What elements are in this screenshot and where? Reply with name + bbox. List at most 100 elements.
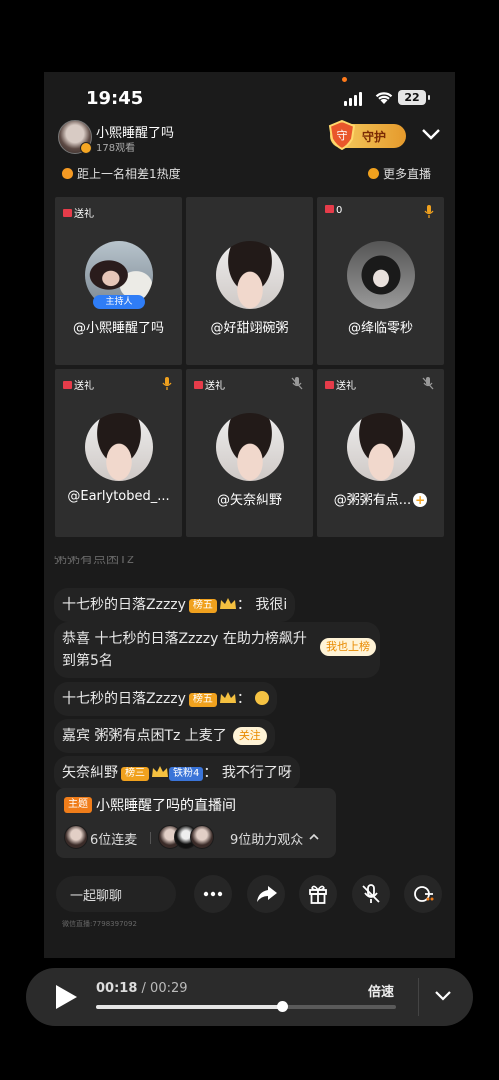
host-tag: 主持人 [93, 295, 145, 309]
gift-text: 送礼 [74, 209, 94, 220]
rank-badge: 榜五 [188, 599, 217, 613]
playback-time: 00:18 / 00:29 [96, 981, 188, 996]
room-info-card[interactable]: 主题 小熙睡醒了吗的直播间 6位连麦 9位助力观众 [56, 788, 336, 858]
video-player-bar: 00:18 / 00:29 倍速 [26, 968, 473, 1026]
gift-text: 送礼 [336, 381, 356, 392]
guest-name: @好甜翊碗粥 [210, 321, 289, 336]
more-button[interactable] [194, 875, 232, 913]
avatar[interactable] [347, 241, 415, 309]
mute-mic-button[interactable] [352, 875, 390, 913]
topic-tag: 主题 [64, 797, 92, 813]
supporter-count: 9位助力观众 [230, 833, 304, 848]
gift-text: 0 [336, 205, 343, 216]
system-comment-item: 恭喜 十七秒的日落Zzzzy 在助力榜飙升 到第5名 我也上榜 [54, 622, 380, 678]
connect-button[interactable] [404, 875, 442, 913]
viewer-count: 178观看 [96, 143, 136, 154]
gift-label[interactable]: 送礼 [325, 377, 356, 392]
avatar[interactable] [347, 413, 415, 481]
gift-label[interactable]: 送礼 [63, 377, 94, 392]
guest-name: @绛临零秒 [347, 321, 413, 336]
chevron-down-icon[interactable] [420, 126, 442, 142]
mic-icon [162, 377, 172, 390]
rank-badge: 榜五 [188, 693, 217, 707]
chevron-down-icon[interactable] [434, 990, 452, 1002]
comment-colon: ： [203, 765, 218, 781]
follow-plus-button[interactable]: + [413, 493, 428, 507]
guest-tile-host[interactable]: 送礼 主持人 @小熙睡醒了吗 [55, 197, 182, 365]
comment-colon: ： [236, 691, 251, 707]
comment-item: 十七秒的日落Zzzzy 榜五 ： [54, 682, 278, 716]
mic-icon [424, 205, 434, 218]
divider [150, 832, 151, 844]
more-live-link[interactable]: 更多直播 [368, 165, 431, 182]
status-bar: 19:45 22 [44, 86, 455, 110]
guest-tile-3[interactable]: 0 @绛临零秒 [317, 197, 444, 365]
progress-handle[interactable] [277, 1001, 288, 1012]
comment-item: 矢奈糾野 榜三 铁粉4： 我不行了呀 [54, 756, 300, 790]
comment-user[interactable]: 十七秒的日落Zzzzy [62, 691, 186, 707]
hot-gap-row: 距上一名相差1热度 [62, 165, 181, 182]
avatar [64, 825, 88, 849]
gift-label[interactable]: 0 [325, 205, 342, 216]
rank-badge: 榜三 [121, 767, 149, 781]
guest-tile-4[interactable]: 送礼 @Earlytobed_... [55, 369, 182, 537]
crown-icon [219, 598, 236, 609]
emoji-icon [255, 691, 270, 705]
guest-tile-5[interactable]: 送礼 @矢奈糾野 [186, 369, 313, 537]
gift-icon [63, 209, 72, 217]
total-time: 00:29 [150, 981, 188, 996]
guest-name: @Earlytobed_... [67, 489, 170, 504]
guest-tile-6[interactable]: 送礼 @粥粥有点... + [317, 369, 444, 537]
guest-name: @粥粥有点... [333, 493, 412, 508]
speed-button[interactable]: 倍速 [368, 981, 394, 1000]
gift-box-icon [309, 885, 327, 904]
avatar[interactable] [216, 241, 284, 309]
co-host-count: 6位连麦 [90, 833, 138, 848]
recording-dot [342, 77, 347, 82]
crown-icon [152, 766, 168, 777]
system-text: 嘉宾 粥粥有点困Tz 上麦了 [62, 728, 227, 744]
divider [418, 978, 419, 1016]
gift-button[interactable] [299, 875, 337, 913]
join-rank-button[interactable]: 我也上榜 [320, 638, 376, 656]
gift-label[interactable]: 送礼 [194, 377, 225, 392]
gift-icon [325, 381, 334, 389]
guard-label: 守护 [362, 130, 387, 144]
system-comment-item: 嘉宾 粥粥有点困Tz 上麦了 关注 [54, 719, 275, 753]
avatar[interactable] [216, 413, 284, 481]
shield-icon: 守 [328, 120, 356, 150]
room-title: 小熙睡醒了吗的直播间 [96, 798, 236, 814]
gift-icon [194, 381, 203, 389]
share-arrow-icon [257, 886, 277, 902]
chevron-up-icon[interactable] [308, 832, 320, 842]
share-button[interactable] [247, 875, 285, 913]
comment-item: 十七秒的日落Zzzzy 榜五 ： 我很i [54, 588, 296, 622]
mic-muted-icon [362, 884, 380, 903]
system-text-line2: 到第5名 [62, 653, 113, 669]
wifi-icon [375, 92, 393, 104]
comment-colon: ： [236, 597, 251, 613]
guest-tile-2[interactable]: @好甜翊碗粥 [186, 197, 313, 365]
system-text-line1: 恭喜 十七秒的日落Zzzzy 在助力榜飙升 [62, 631, 307, 647]
comment-user[interactable]: 矢奈糾野 [62, 765, 118, 781]
battery-tip [428, 95, 430, 100]
chat-input[interactable]: 一起聊聊 [56, 876, 176, 912]
gift-text: 送礼 [74, 381, 94, 392]
gift-label[interactable]: 送礼 [63, 205, 94, 220]
guest-name: @矢奈糾野 [216, 493, 282, 508]
host-header: 小熙睡醒了吗 178观看 守 守护 [58, 120, 448, 154]
watermark: 微信直播:7798397092 [62, 920, 137, 928]
link-call-icon [414, 886, 434, 902]
fan-badge: 铁粉4 [169, 767, 204, 781]
mic-muted-icon [422, 377, 434, 390]
comment-text: 我很i [255, 597, 288, 613]
guard-button[interactable]: 守 守护 [328, 120, 406, 150]
avatar[interactable] [85, 413, 153, 481]
progress-track[interactable] [96, 1001, 396, 1012]
play-icon[interactable] [54, 984, 78, 1010]
gift-icon [63, 381, 72, 389]
guest-name-row: @粥粥有点... + [317, 489, 444, 508]
status-time: 19:45 [86, 88, 144, 109]
follow-button[interactable]: 关注 [232, 727, 267, 745]
comment-user[interactable]: 十七秒的日落Zzzzy [62, 597, 186, 613]
